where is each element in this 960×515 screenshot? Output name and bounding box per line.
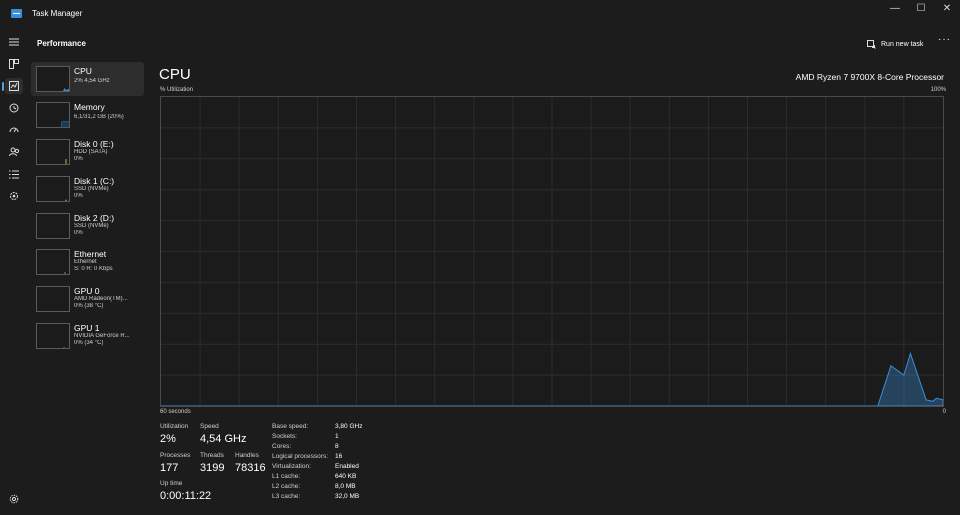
ethernet-thumbnail-graph xyxy=(36,249,70,275)
graph-grid xyxy=(161,97,943,406)
run-task-icon xyxy=(867,39,876,49)
device-usage: 0% (34 °C) xyxy=(74,340,104,346)
device-item-memory[interactable]: Memory 6,1/31,2 GB (20%) xyxy=(31,98,144,132)
spec-value: 1 xyxy=(335,433,339,440)
spec-label: L3 cache: xyxy=(272,493,301,500)
cpu-heading: CPU xyxy=(159,66,191,83)
threads-label: Threads xyxy=(200,452,224,459)
spec-label: L1 cache: xyxy=(272,473,301,480)
device-item-disk-2[interactable]: Disk 2 (D:) SSD (NVMe) 0% xyxy=(31,209,144,243)
uptime-label: Up time xyxy=(160,480,183,487)
device-usage: 0% xyxy=(74,156,83,162)
spec-value: Enabled xyxy=(335,463,359,470)
utilization-value: 2% xyxy=(160,433,176,445)
users-icon[interactable] xyxy=(5,144,23,160)
device-name: Ethernet xyxy=(74,249,107,259)
device-name: Disk 0 (E:) xyxy=(74,139,114,149)
spec-value: 3,80 GHz xyxy=(335,423,363,430)
device-name: Disk 1 (C:) xyxy=(74,176,115,186)
page-title: Performance xyxy=(37,39,86,48)
device-name: GPU 1 xyxy=(74,323,100,333)
close-button[interactable]: ✕ xyxy=(934,0,960,18)
handles-value: 78316 xyxy=(235,462,266,474)
device-usage: 0% xyxy=(74,230,83,236)
run-new-task-button[interactable]: Run new task xyxy=(867,35,923,53)
device-name: Memory xyxy=(74,102,105,112)
more-options-button[interactable]: ··· xyxy=(938,34,951,45)
handles-label: Handles xyxy=(235,452,259,459)
page-header: Performance Run new task ··· xyxy=(29,30,960,59)
run-new-task-label: Run new task xyxy=(881,40,924,48)
window-title: Task Manager xyxy=(32,9,83,18)
cpu-graph-svg xyxy=(161,97,943,406)
performance-icon[interactable] xyxy=(2,78,23,94)
device-detail: Ethernet xyxy=(74,259,97,265)
device-name: GPU 0 xyxy=(74,286,100,296)
device-detail: SSD (NVMe) xyxy=(74,186,109,192)
utilization-axis-label: % Utilization xyxy=(160,87,194,93)
device-name: Disk 2 (D:) xyxy=(74,213,115,223)
title-bar: Task Manager — ☐ ✕ xyxy=(0,0,960,30)
processes-value: 177 xyxy=(160,462,179,474)
device-detail: 2% 4,54 GHz xyxy=(74,78,110,84)
spec-value: 32,0 MB xyxy=(335,493,360,500)
device-usage: S: 0 R: 0 Kbps xyxy=(74,266,113,272)
device-name: CPU xyxy=(74,66,92,76)
spec-value: 640 KB xyxy=(335,473,357,480)
device-usage: 0% (38 °C) xyxy=(74,303,104,309)
cpu-utilization-graph xyxy=(160,96,944,407)
device-detail: HDD (SATA) xyxy=(74,149,108,155)
settings-gear-icon[interactable] xyxy=(5,491,23,507)
device-detail: AMD Radeon(TM)... xyxy=(74,296,128,302)
spec-value: 8,0 MB xyxy=(335,483,356,490)
device-item-gpu-0[interactable]: GPU 0 AMD Radeon(TM)... 0% (38 °C) xyxy=(31,282,144,316)
spec-label: L2 cache: xyxy=(272,483,301,490)
processes-icon[interactable] xyxy=(5,56,23,72)
device-detail: 6,1/31,2 GB (20%) xyxy=(74,114,124,120)
spec-label: Cores: xyxy=(272,443,292,450)
max-value-label: 100% xyxy=(930,87,946,93)
nav-sidebar xyxy=(0,30,29,515)
maximize-button[interactable]: ☐ xyxy=(908,0,934,18)
threads-value: 3199 xyxy=(200,462,225,474)
details-icon[interactable] xyxy=(5,166,23,182)
device-detail: SSD (NVMe) xyxy=(74,223,109,229)
utilization-label: Utilization xyxy=(160,423,189,430)
time-span-label: 60 seconds xyxy=(160,409,191,415)
spec-label: Virtualization: xyxy=(272,463,311,470)
device-item-gpu-1[interactable]: GPU 1 NVIDIA GeForce R... 0% (34 °C) xyxy=(31,319,144,353)
processes-label: Processes xyxy=(160,452,191,459)
processor-name: AMD Ryzen 7 9700X 8-Core Processor xyxy=(795,72,944,82)
spec-label: Sockets: xyxy=(272,433,297,440)
spec-value: 16 xyxy=(335,453,343,460)
device-item-ethernet[interactable]: Ethernet Ethernet S: 0 R: 0 Kbps xyxy=(31,245,144,279)
device-item-cpu[interactable]: CPU 2% 4,54 GHz xyxy=(31,62,144,96)
minimize-button[interactable]: — xyxy=(882,0,908,18)
speed-label: Speed xyxy=(200,423,219,430)
cpu-thumbnail-graph xyxy=(36,66,70,92)
services-icon[interactable] xyxy=(5,188,23,204)
speed-value: 4,54 GHz xyxy=(200,433,247,445)
task-manager-app-icon xyxy=(11,9,22,18)
device-item-disk-0[interactable]: Disk 0 (E:) HDD (SATA) 0% xyxy=(31,135,144,169)
startup-apps-icon[interactable] xyxy=(5,122,23,138)
disk-0-thumbnail-graph xyxy=(36,139,70,165)
device-item-disk-1[interactable]: Disk 1 (C:) SSD (NVMe) 0% xyxy=(31,172,144,206)
app-history-icon[interactable] xyxy=(5,100,23,116)
disk-1-thumbnail-graph xyxy=(36,176,70,202)
device-usage: 0% xyxy=(74,193,83,199)
cpu-detail-panel: CPU AMD Ryzen 7 9700X 8-Core Processor %… xyxy=(149,59,960,515)
disk-2-thumbnail-graph xyxy=(36,213,70,239)
min-value-label: 0 xyxy=(942,409,946,415)
gpu-0-thumbnail-graph xyxy=(36,286,70,312)
device-detail: NVIDIA GeForce R... xyxy=(74,333,130,339)
hamburger-menu-icon[interactable] xyxy=(5,34,23,50)
uptime-value: 0:00:11:22 xyxy=(160,490,212,502)
device-list: CPU 2% 4,54 GHz Memory 6,1/31,2 GB (20%)… xyxy=(29,59,149,515)
spec-label: Logical processors: xyxy=(272,453,328,460)
spec-label: Base speed: xyxy=(272,423,309,430)
memory-thumbnail-graph xyxy=(36,102,70,128)
spec-value: 8 xyxy=(335,443,339,450)
gpu-1-thumbnail-graph xyxy=(36,323,70,349)
